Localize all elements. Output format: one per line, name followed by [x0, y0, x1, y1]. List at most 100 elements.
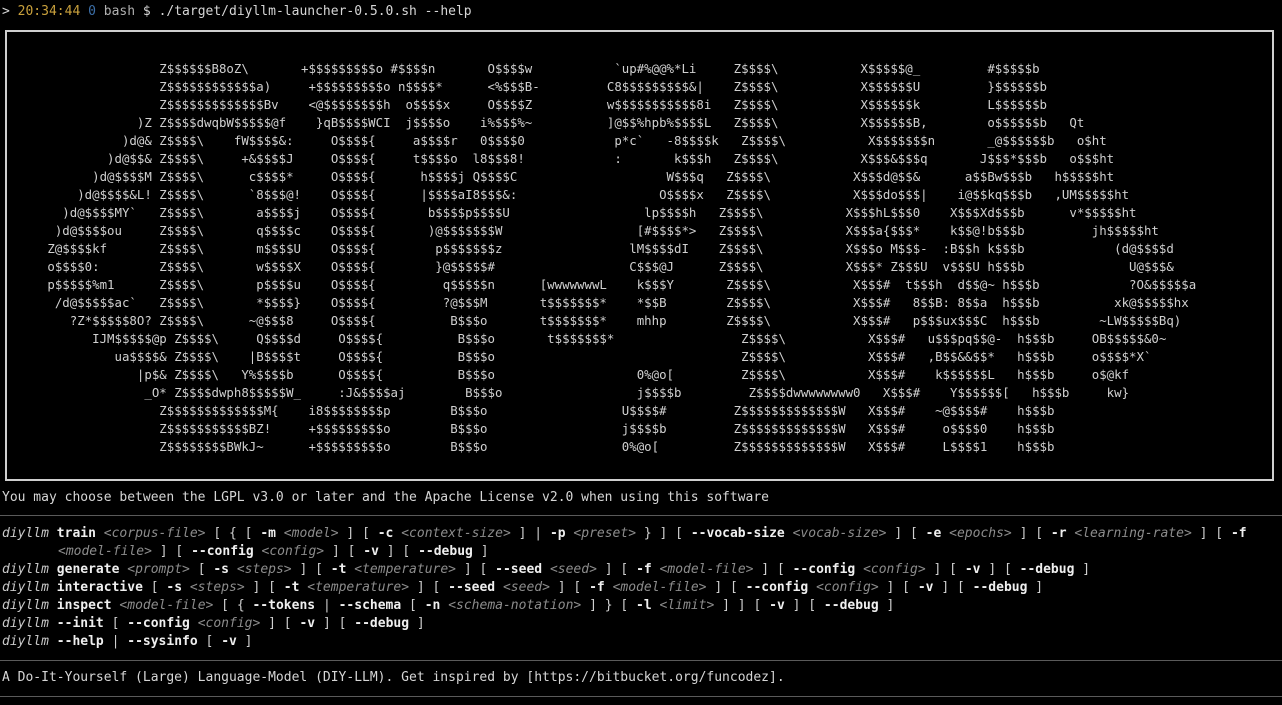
separator-top	[0, 515, 1282, 516]
usage-flag: --help	[56, 634, 104, 649]
usage-flag: --debug	[354, 616, 410, 631]
usage-flag: -f	[589, 580, 605, 595]
usage-arg: <steps>	[236, 562, 292, 577]
usage-cmd: inspect	[56, 598, 112, 613]
usage-arg: <corpus-file>	[103, 526, 206, 541]
usage-punct: ] [	[1199, 526, 1224, 541]
usage-flag: -c	[377, 526, 394, 541]
ascii-banner-box: Z$$$$$$B8oZ\ +$$$$$$$$$o #$$$$n O$$$$w `…	[5, 30, 1274, 481]
usage-flag: -r	[1050, 526, 1067, 541]
usage-line: diyllm inspect <model-file> [ { --tokens…	[2, 597, 1278, 615]
usage-punct: |	[322, 598, 331, 613]
usage-program: diyllm	[2, 634, 49, 649]
usage-flag: --config	[191, 544, 254, 559]
usage-arg: <steps>	[189, 580, 245, 595]
usage-punct: ] [	[331, 544, 356, 559]
usage-program: diyllm	[2, 526, 49, 541]
usage-flag: -v	[363, 544, 379, 559]
usage-punct: ] [	[159, 544, 184, 559]
usage-flag: --schema	[338, 598, 402, 613]
usage-block: diyllm train <corpus-file> [ { [ -m <mod…	[2, 525, 1278, 651]
usage-program: diyllm	[2, 598, 49, 613]
usage-punct: ] [	[988, 562, 1012, 577]
usage-flag: -l	[636, 598, 652, 613]
usage-flag: --init	[56, 616, 104, 631]
separator-bottom	[0, 696, 1282, 697]
usage-punct: ]	[480, 544, 489, 559]
ascii-art-logo: Z$$$$$$B8oZ\ +$$$$$$$$$o #$$$$n O$$$$w `…	[47, 61, 1197, 454]
usage-punct: ] [	[463, 562, 488, 577]
usage-punct: ] [	[557, 580, 582, 595]
prompt-line: > 20:34:44 0 bash $ ./target/diyllm-laun…	[2, 3, 472, 21]
prompt-exit-code: 0	[88, 4, 96, 19]
usage-arg: <config>	[816, 580, 879, 595]
usage-punct: ] |	[518, 526, 543, 541]
usage-arg: <model-file>	[119, 598, 214, 613]
usage-flag: --seed	[495, 562, 543, 577]
usage-flag: -v	[299, 616, 316, 631]
usage-arg: <config>	[863, 562, 926, 577]
usage-line: diyllm interactive [ -s <steps> ] [ -t <…	[2, 579, 1278, 597]
usage-punct: ] [	[604, 562, 629, 577]
usage-flag: -t	[330, 562, 347, 577]
usage-punct: [	[111, 616, 120, 631]
usage-flag: -p	[549, 526, 566, 541]
usage-punct: [ { [	[213, 526, 253, 541]
usage-program: diyllm	[2, 616, 49, 631]
usage-punct: ] [	[268, 616, 292, 631]
usage-punct: ] [	[941, 580, 965, 595]
prompt-symbol: $	[142, 4, 151, 19]
usage-flag: -n	[424, 598, 441, 613]
usage-flag: -f	[1230, 526, 1247, 541]
usage-flag: -v	[221, 634, 237, 649]
usage-punct: [	[150, 580, 159, 595]
usage-arg: <config>	[261, 544, 325, 559]
usage-punct: ]	[244, 634, 253, 649]
usage-flag: --debug	[1019, 562, 1075, 577]
usage-program: diyllm	[2, 580, 49, 595]
usage-arg: <context-size>	[401, 526, 511, 541]
usage-arg: <model-file>	[612, 580, 707, 595]
license-text: You may choose between the LGPL v3.0 or …	[2, 490, 770, 505]
usage-program: diyllm	[2, 562, 49, 577]
footer-text: A Do-It-Yourself (Large) Language-Model …	[2, 670, 785, 685]
usage-punct: ]	[1035, 580, 1044, 595]
usage-flag: -m	[260, 526, 276, 541]
usage-punct: } ] [	[643, 526, 684, 541]
usage-arg: <model-file>	[659, 562, 754, 577]
prompt-shell: bash	[103, 4, 136, 19]
usage-arg: <preset>	[573, 526, 637, 541]
usage-arg: <temperature>	[307, 580, 410, 595]
usage-cmd: train	[56, 526, 96, 541]
usage-punct: ] [	[894, 526, 918, 541]
usage-line: diyllm --help | --sysinfo [ -v ]	[2, 633, 1278, 651]
usage-line: diyllm generate <prompt> [ -s <steps> ] …	[2, 561, 1278, 579]
usage-flag: --vocab-size	[690, 526, 785, 541]
usage-flag: --sysinfo	[127, 634, 198, 649]
usage-flag: --config	[792, 562, 856, 577]
usage-cmd: generate	[56, 562, 120, 577]
usage-punct: [	[197, 562, 206, 577]
usage-arg: <vocab-size>	[792, 526, 887, 541]
usage-punct: ] [	[886, 580, 911, 595]
usage-punct: ] [	[1019, 526, 1044, 541]
usage-arg: <seed>	[549, 562, 597, 577]
usage-punct: ]	[1082, 562, 1091, 577]
usage-punct: ] [	[322, 616, 347, 631]
usage-flag: -s	[213, 562, 230, 577]
usage-arg: <prompt>	[127, 562, 190, 577]
usage-arg: <temperature>	[354, 562, 457, 577]
usage-line: diyllm --init [ --config <config> ] [ -v…	[2, 615, 1278, 633]
usage-flag: -v	[917, 580, 934, 595]
usage-punct: ]	[886, 598, 895, 613]
usage-punct: ] } [	[589, 598, 629, 613]
usage-flag: --debug	[972, 580, 1028, 595]
usage-punct: [	[409, 598, 417, 613]
usage-punct: ] [	[386, 544, 411, 559]
usage-cmd: interactive	[56, 580, 143, 595]
usage-flag: -t	[283, 580, 300, 595]
separator-middle	[0, 660, 1282, 661]
usage-flag: --config	[127, 616, 190, 631]
usage-flag: --seed	[448, 580, 496, 595]
usage-punct: |	[111, 634, 120, 649]
